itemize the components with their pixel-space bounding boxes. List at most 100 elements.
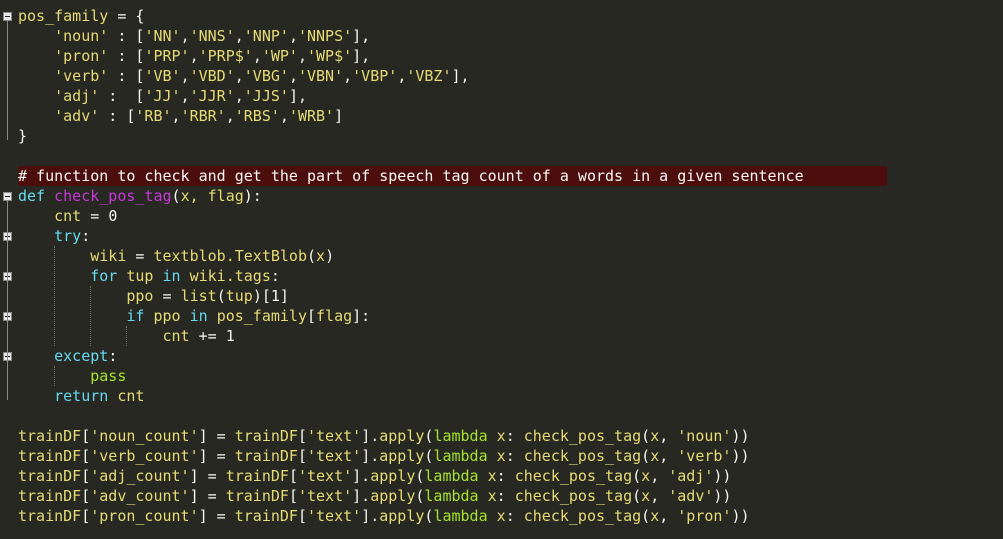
code-token: 'text'	[307, 447, 362, 465]
code-token: in	[162, 267, 181, 285]
code-token: tup	[126, 267, 154, 285]
code-token: ,	[180, 87, 190, 105]
code-line[interactable]: try:	[18, 226, 887, 246]
code-token: wiki	[90, 247, 127, 265]
code-line[interactable]: trainDF['verb_count'] = trainDF['text'].…	[18, 446, 887, 466]
code-line[interactable]: trainDF['adv_count'] = trainDF['text'].a…	[18, 486, 887, 506]
code-token: ,	[343, 67, 353, 85]
code-token: x	[650, 507, 660, 525]
code-token: 'RBR'	[180, 107, 226, 125]
code-line[interactable]: }	[18, 126, 887, 146]
code-token: ] =	[198, 427, 235, 445]
code-token: trainDF	[225, 487, 289, 505]
code-line[interactable]	[18, 406, 887, 426]
code-token: apply	[379, 447, 425, 465]
code-token: ,	[288, 27, 298, 45]
code-token: [	[297, 447, 307, 465]
code-token: ] =	[198, 507, 235, 525]
code-token: trainDF	[18, 467, 82, 485]
code-token: trainDF	[234, 427, 298, 445]
code-token: ,	[288, 67, 298, 85]
highlighted-code-line[interactable]: # function to check and get the part of …	[18, 166, 887, 186]
code-token: 'adj'	[54, 87, 100, 105]
code-line[interactable]: cnt += 1	[18, 326, 887, 346]
code-token: 'VBP'	[352, 67, 398, 85]
code-line[interactable]: def check_pos_tag(x, flag):	[18, 186, 887, 206]
code-line[interactable]: trainDF['pron_count'] = trainDF['text'].…	[18, 506, 887, 526]
code-token: ] =	[198, 447, 235, 465]
code-token: trainDF	[234, 507, 298, 525]
code-editor[interactable]: pos_family = { 'noun' : ['NN','NNS','NNP…	[0, 0, 1003, 539]
code-token: trainDF	[18, 427, 82, 445]
code-line[interactable]: pass	[18, 366, 887, 386]
code-line[interactable]: 'pron' : ['PRP','PRP$','WP','WP$'],	[18, 46, 887, 66]
code-token: return	[54, 387, 109, 405]
code-token: 'RB'	[135, 107, 172, 125]
code-token: : [	[108, 27, 145, 45]
code-line[interactable]: trainDF['adj_count'] = trainDF['text'].a…	[18, 466, 887, 486]
code-token: ,	[180, 67, 190, 85]
code-token: 'PRP$'	[198, 47, 253, 65]
fold-toggle-icon[interactable]	[3, 192, 12, 201]
code-token: ppo	[153, 307, 181, 325]
code-token: 'adv'	[54, 107, 100, 125]
code-token: flag	[316, 307, 353, 325]
code-line[interactable]: cnt = 0	[18, 206, 887, 226]
code-line[interactable]: ppo = list(tup)[1]	[18, 286, 887, 306]
code-token: apply	[370, 487, 416, 505]
code-token: 'JJS'	[243, 87, 289, 105]
code-token: ]	[334, 107, 344, 125]
code-token: ],	[451, 67, 470, 85]
code-token: ,	[659, 447, 678, 465]
indent-guide	[54, 246, 56, 346]
code-token: [	[81, 487, 91, 505]
code-token: 'text'	[297, 487, 353, 505]
code-token: ,	[659, 427, 678, 445]
code-token: ,	[171, 107, 181, 125]
code-token: check_pos_tag	[514, 487, 633, 505]
code-line[interactable]	[18, 146, 887, 166]
code-token: )	[325, 247, 335, 265]
code-token: x	[650, 427, 660, 445]
code-token: # function to check and get the part of …	[18, 167, 804, 185]
code-token: wiki.tags	[189, 267, 271, 285]
code-token: lambda	[433, 447, 488, 465]
code-token: x	[487, 487, 497, 505]
code-token: 'adj_count'	[90, 467, 190, 485]
code-line[interactable]: trainDF['noun_count'] = trainDF['text'].…	[18, 426, 887, 446]
code-token: (	[216, 287, 226, 305]
code-line[interactable]: 'noun' : ['NN','NNS','NNP','NNPS'],	[18, 26, 887, 46]
code-line[interactable]: wiki = textblob.TextBlob(x)	[18, 246, 887, 266]
code-token: check_pos_tag	[523, 507, 642, 525]
code-token: 'VBZ'	[406, 67, 452, 85]
code-line[interactable]: 'adv' : ['RB','RBR','RBS','WRB']	[18, 106, 887, 126]
code-token: 'adv'	[668, 487, 714, 505]
code-token: ,	[234, 87, 244, 105]
code-line[interactable]: if ppo in pos_family[flag]:	[18, 306, 887, 326]
code-line[interactable]: 'verb' : ['VB','VBD','VBG','VBN','VBP','…	[18, 66, 887, 86]
code-token: = {	[108, 7, 145, 25]
indent-guide	[126, 326, 128, 346]
code-token: apply	[379, 427, 425, 445]
code-token: pass	[90, 367, 127, 385]
code-token: ))	[713, 487, 732, 505]
code-token: 'noun'	[677, 427, 732, 445]
code-line[interactable]: return cnt	[18, 386, 887, 406]
code-token: 'adv_count'	[90, 487, 190, 505]
code-token: ,	[234, 27, 244, 45]
code-token: (	[171, 187, 181, 205]
code-line[interactable]: pos_family = {	[18, 6, 887, 26]
code-line[interactable]: except:	[18, 346, 887, 366]
code-token: =	[153, 287, 181, 305]
fold-toggle-icon[interactable]	[3, 12, 12, 21]
code-area[interactable]: pos_family = { 'noun' : ['NN','NNS','NNP…	[18, 6, 887, 526]
code-token: lambda	[424, 467, 479, 485]
code-line[interactable]: for tup in wiki.tags:	[18, 266, 887, 286]
code-token: 'WP$'	[307, 47, 353, 65]
code-line[interactable]: 'adj' : ['JJ','JJR','JJS'],	[18, 86, 887, 106]
